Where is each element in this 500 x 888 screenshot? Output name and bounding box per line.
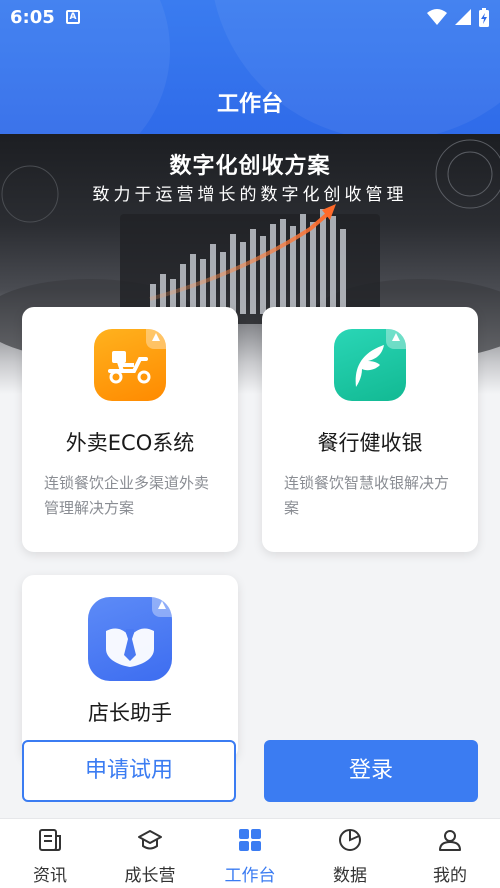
card-title: 餐行健收银 bbox=[317, 431, 423, 455]
leaf-icon bbox=[334, 329, 406, 401]
nav-item-workbench[interactable]: 工作台 bbox=[200, 819, 300, 888]
grid-icon bbox=[239, 829, 261, 851]
profile-icon bbox=[439, 830, 461, 851]
manager-tie-icon bbox=[88, 597, 172, 681]
card-cashier[interactable]: 餐行健收银 连锁餐饮智慧收银解决方案 bbox=[262, 307, 478, 552]
banner-title: 数字化创收方案 bbox=[169, 154, 331, 179]
pie-chart-icon bbox=[339, 829, 361, 851]
news-icon bbox=[39, 829, 61, 851]
nav-label: 数据 bbox=[333, 866, 367, 886]
nav-label: 工作台 bbox=[224, 866, 276, 886]
card-title: 店长助手 bbox=[88, 701, 172, 725]
graduation-cap-icon bbox=[138, 830, 162, 850]
card-description: 连锁餐饮智慧收银解决方案 bbox=[284, 474, 450, 517]
page-title: 工作台 bbox=[216, 92, 283, 117]
apply-trial-button[interactable]: 申请试用 bbox=[22, 740, 236, 802]
card-manager-assistant[interactable]: 店长助手 bbox=[22, 575, 238, 760]
nav-item-me[interactable]: 我的 bbox=[400, 819, 500, 888]
nav-item-growth[interactable]: 成长营 bbox=[100, 819, 200, 888]
status-time: 6:05 bbox=[10, 7, 55, 28]
signal-icon bbox=[455, 9, 471, 25]
login-button[interactable]: 登录 bbox=[264, 740, 478, 802]
wifi-icon bbox=[427, 9, 447, 25]
notification-icon: A bbox=[66, 10, 80, 24]
status-icons bbox=[426, 8, 490, 28]
scooter-icon bbox=[94, 329, 166, 401]
nav-label: 我的 bbox=[433, 866, 467, 886]
nav-label: 资讯 bbox=[33, 866, 67, 886]
nav-item-news[interactable]: 资讯 bbox=[0, 819, 100, 888]
card-description: 连锁餐饮企业多渠道外卖管理解决方案 bbox=[44, 474, 210, 517]
bottom-nav: 资讯 成长营 工作台 数据 我的 bbox=[0, 818, 500, 888]
nav-label: 成长营 bbox=[124, 866, 176, 886]
banner-subtitle: 致力于运营增长的数字化创收管理 bbox=[92, 185, 408, 205]
card-takeout-eco[interactable]: 外卖ECO系统 连锁餐饮企业多渠道外卖管理解决方案 bbox=[22, 307, 238, 552]
card-title: 外卖ECO系统 bbox=[65, 431, 195, 455]
nav-item-data[interactable]: 数据 bbox=[300, 819, 400, 888]
status-bar: 6:05 A bbox=[0, 0, 500, 34]
app-header: 6:05 A 工作台 bbox=[0, 0, 500, 134]
battery-icon bbox=[479, 8, 489, 27]
